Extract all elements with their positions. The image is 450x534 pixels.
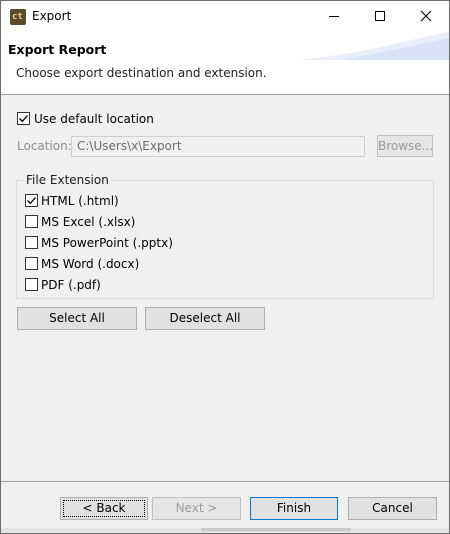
minimize-button[interactable]	[311, 1, 357, 32]
maximize-icon	[375, 11, 385, 21]
close-icon	[420, 10, 432, 22]
footer-separator	[1, 481, 449, 482]
next-button[interactable]: Next >	[152, 497, 241, 520]
app-icon-text: ct	[12, 12, 23, 22]
page-title: Export Report	[8, 42, 107, 57]
pdf-checkbox[interactable]	[25, 278, 38, 291]
ct-app-icon: ct	[10, 9, 26, 25]
excel-option-label[interactable]: MS Excel (.xlsx)	[41, 215, 135, 229]
bottom-edge	[1, 528, 449, 533]
close-button[interactable]	[403, 1, 449, 32]
powerpoint-checkbox[interactable]	[25, 236, 38, 249]
excel-checkbox[interactable]	[25, 215, 38, 228]
window-title: Export	[32, 9, 72, 23]
file-extension-group-title: File Extension	[24, 173, 111, 187]
banner-decoration	[299, 32, 449, 60]
finish-button[interactable]: Finish	[250, 497, 338, 520]
html-option-label[interactable]: HTML (.html)	[41, 194, 119, 208]
word-checkbox[interactable]	[25, 257, 38, 270]
select-all-button[interactable]: Select All	[17, 307, 137, 330]
powerpoint-option-label[interactable]: MS PowerPoint (.pptx)	[41, 236, 173, 250]
use-default-location-label[interactable]: Use default location	[34, 112, 154, 126]
deselect-all-button[interactable]: Deselect All	[145, 307, 265, 330]
title-bar[interactable]: ct Export	[1, 1, 449, 32]
use-default-location-checkbox[interactable]	[17, 112, 30, 125]
word-option-label[interactable]: MS Word (.docx)	[41, 257, 139, 271]
browse-button[interactable]: Browse...	[377, 135, 433, 157]
cancel-button[interactable]: Cancel	[348, 497, 437, 520]
back-button[interactable]: < Back	[60, 497, 148, 520]
checkmark-icon	[19, 115, 29, 123]
html-checkbox[interactable]	[25, 194, 38, 207]
minimize-icon	[329, 16, 339, 17]
checkmark-icon	[27, 197, 37, 205]
maximize-button[interactable]	[357, 1, 403, 32]
export-dialog: ct Export Export Report Choose export de…	[0, 0, 450, 534]
wizard-header: Export Report Choose export destination …	[1, 32, 449, 95]
location-label: Location:	[17, 139, 72, 153]
page-description: Choose export destination and extension.	[16, 66, 267, 80]
pdf-option-label[interactable]: PDF (.pdf)	[41, 278, 101, 292]
bottom-edge-shadow	[201, 528, 351, 531]
location-field[interactable]: C:\Users\x\Export	[71, 136, 365, 157]
